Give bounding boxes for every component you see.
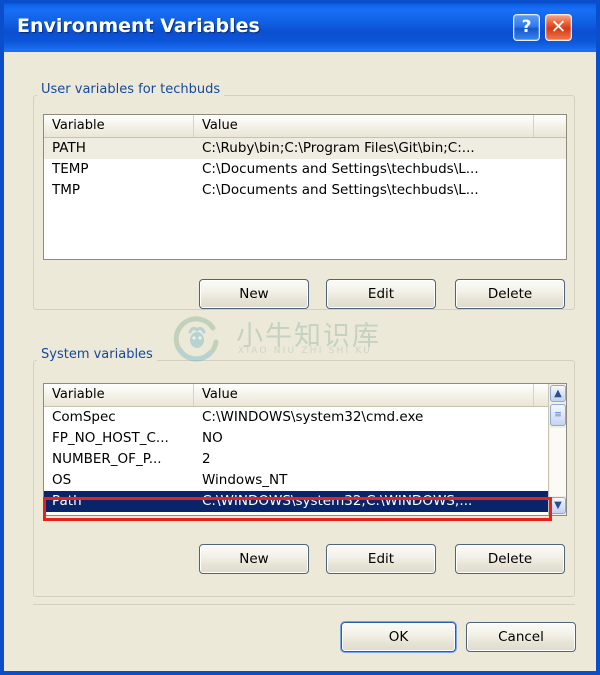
question-mark-icon: ? [521, 17, 532, 37]
table-row[interactable]: PATH C:\Ruby\bin;C:\Program Files\Git\bi… [44, 138, 566, 159]
user-variable-value: C:\Documents and Settings\techbuds\L... [202, 182, 479, 198]
system-variable-name: ComSpec [52, 409, 116, 425]
system-edit-button[interactable]: Edit [326, 544, 436, 574]
scroll-up-arrow-icon[interactable]: ▲ [550, 385, 566, 402]
help-button[interactable]: ? [513, 14, 540, 41]
user-delete-button[interactable]: Delete [455, 279, 565, 309]
user-column-header-value[interactable]: Value [194, 115, 534, 137]
user-column-header-variable[interactable]: Variable [44, 115, 194, 137]
user-variable-value: C:\Ruby\bin;C:\Program Files\Git\bin;C:.… [202, 140, 475, 156]
table-row[interactable]: FP_NO_HOST_C... NO [44, 428, 566, 449]
system-variable-name: Path [52, 493, 82, 509]
scroll-down-arrow-icon[interactable]: ▼ [550, 497, 566, 514]
cancel-button[interactable]: Cancel [466, 622, 576, 652]
user-variables-label: User variables for techbuds [37, 82, 225, 97]
system-new-button[interactable]: New [199, 544, 309, 574]
table-row[interactable]: TEMP C:\Documents and Settings\techbuds\… [44, 159, 566, 180]
system-variable-value: Windows_NT [202, 472, 288, 488]
system-list-body: ComSpec C:\WINDOWS\system32\cmd.exe FP_N… [44, 407, 566, 512]
system-delete-button[interactable]: Delete [455, 544, 565, 574]
scrollbar-track[interactable] [550, 428, 566, 496]
user-list-body: PATH C:\Ruby\bin;C:\Program Files\Git\bi… [44, 138, 566, 201]
user-list-header: Variable Value [44, 115, 566, 138]
table-row[interactable]: OS Windows_NT [44, 470, 566, 491]
table-row[interactable]: TMP C:\Documents and Settings\techbuds\L… [44, 180, 566, 201]
user-variable-name: TMP [52, 182, 81, 198]
system-list-scrollbar[interactable]: ▲ ≡ ▼ [548, 384, 566, 515]
system-variable-value: C:\WINDOWS\system32;C:\WINDOWS;... [202, 493, 473, 509]
user-variables-list[interactable]: Variable Value PATH C:\Ruby\bin;C:\Progr… [43, 114, 567, 260]
system-variable-name: FP_NO_HOST_C... [52, 430, 169, 446]
system-list-header: Variable Value [44, 384, 566, 407]
user-edit-button[interactable]: Edit [326, 279, 436, 309]
system-variable-name: NUMBER_OF_P... [52, 451, 162, 467]
user-new-button[interactable]: New [199, 279, 309, 309]
system-variable-value: 2 [202, 451, 211, 467]
watermark-pinyin-text: XIAO NIU ZHI SHI KU [238, 346, 373, 356]
system-variables-label: System variables [37, 347, 157, 362]
system-variable-value: C:\WINDOWS\system32\cmd.exe [202, 409, 424, 425]
table-row[interactable]: NUMBER_OF_P... 2 [44, 449, 566, 470]
table-row-selected[interactable]: Path C:\WINDOWS\system32;C:\WINDOWS;... [44, 491, 566, 512]
user-variable-value: C:\Documents and Settings\techbuds\L... [202, 161, 479, 177]
close-button[interactable]: ✕ [545, 14, 572, 41]
scrollbar-thumb[interactable]: ≡ [550, 404, 566, 426]
system-column-header-variable[interactable]: Variable [44, 384, 194, 406]
close-icon: ✕ [550, 16, 567, 38]
table-row[interactable]: ComSpec C:\WINDOWS\system32\cmd.exe [44, 407, 566, 428]
user-variable-name: TEMP [52, 161, 89, 177]
environment-variables-dialog: Environment Variables ? ✕ User variables… [0, 0, 600, 675]
bull-logo-icon [173, 316, 219, 362]
system-variables-list[interactable]: Variable Value ComSpec C:\WINDOWS\system… [43, 383, 567, 516]
watermark-chinese-text: 小牛知识库 [236, 321, 381, 352]
user-variable-name: PATH [52, 140, 86, 156]
ok-button[interactable]: OK [341, 622, 456, 652]
bottom-divider [33, 604, 575, 605]
system-variable-name: OS [52, 472, 72, 488]
title-bar: Environment Variables ? ✕ [4, 0, 596, 52]
user-column-header-spacer [534, 115, 566, 137]
window-title: Environment Variables [17, 15, 260, 37]
system-column-header-value[interactable]: Value [194, 384, 534, 406]
system-variable-value: NO [202, 430, 223, 446]
